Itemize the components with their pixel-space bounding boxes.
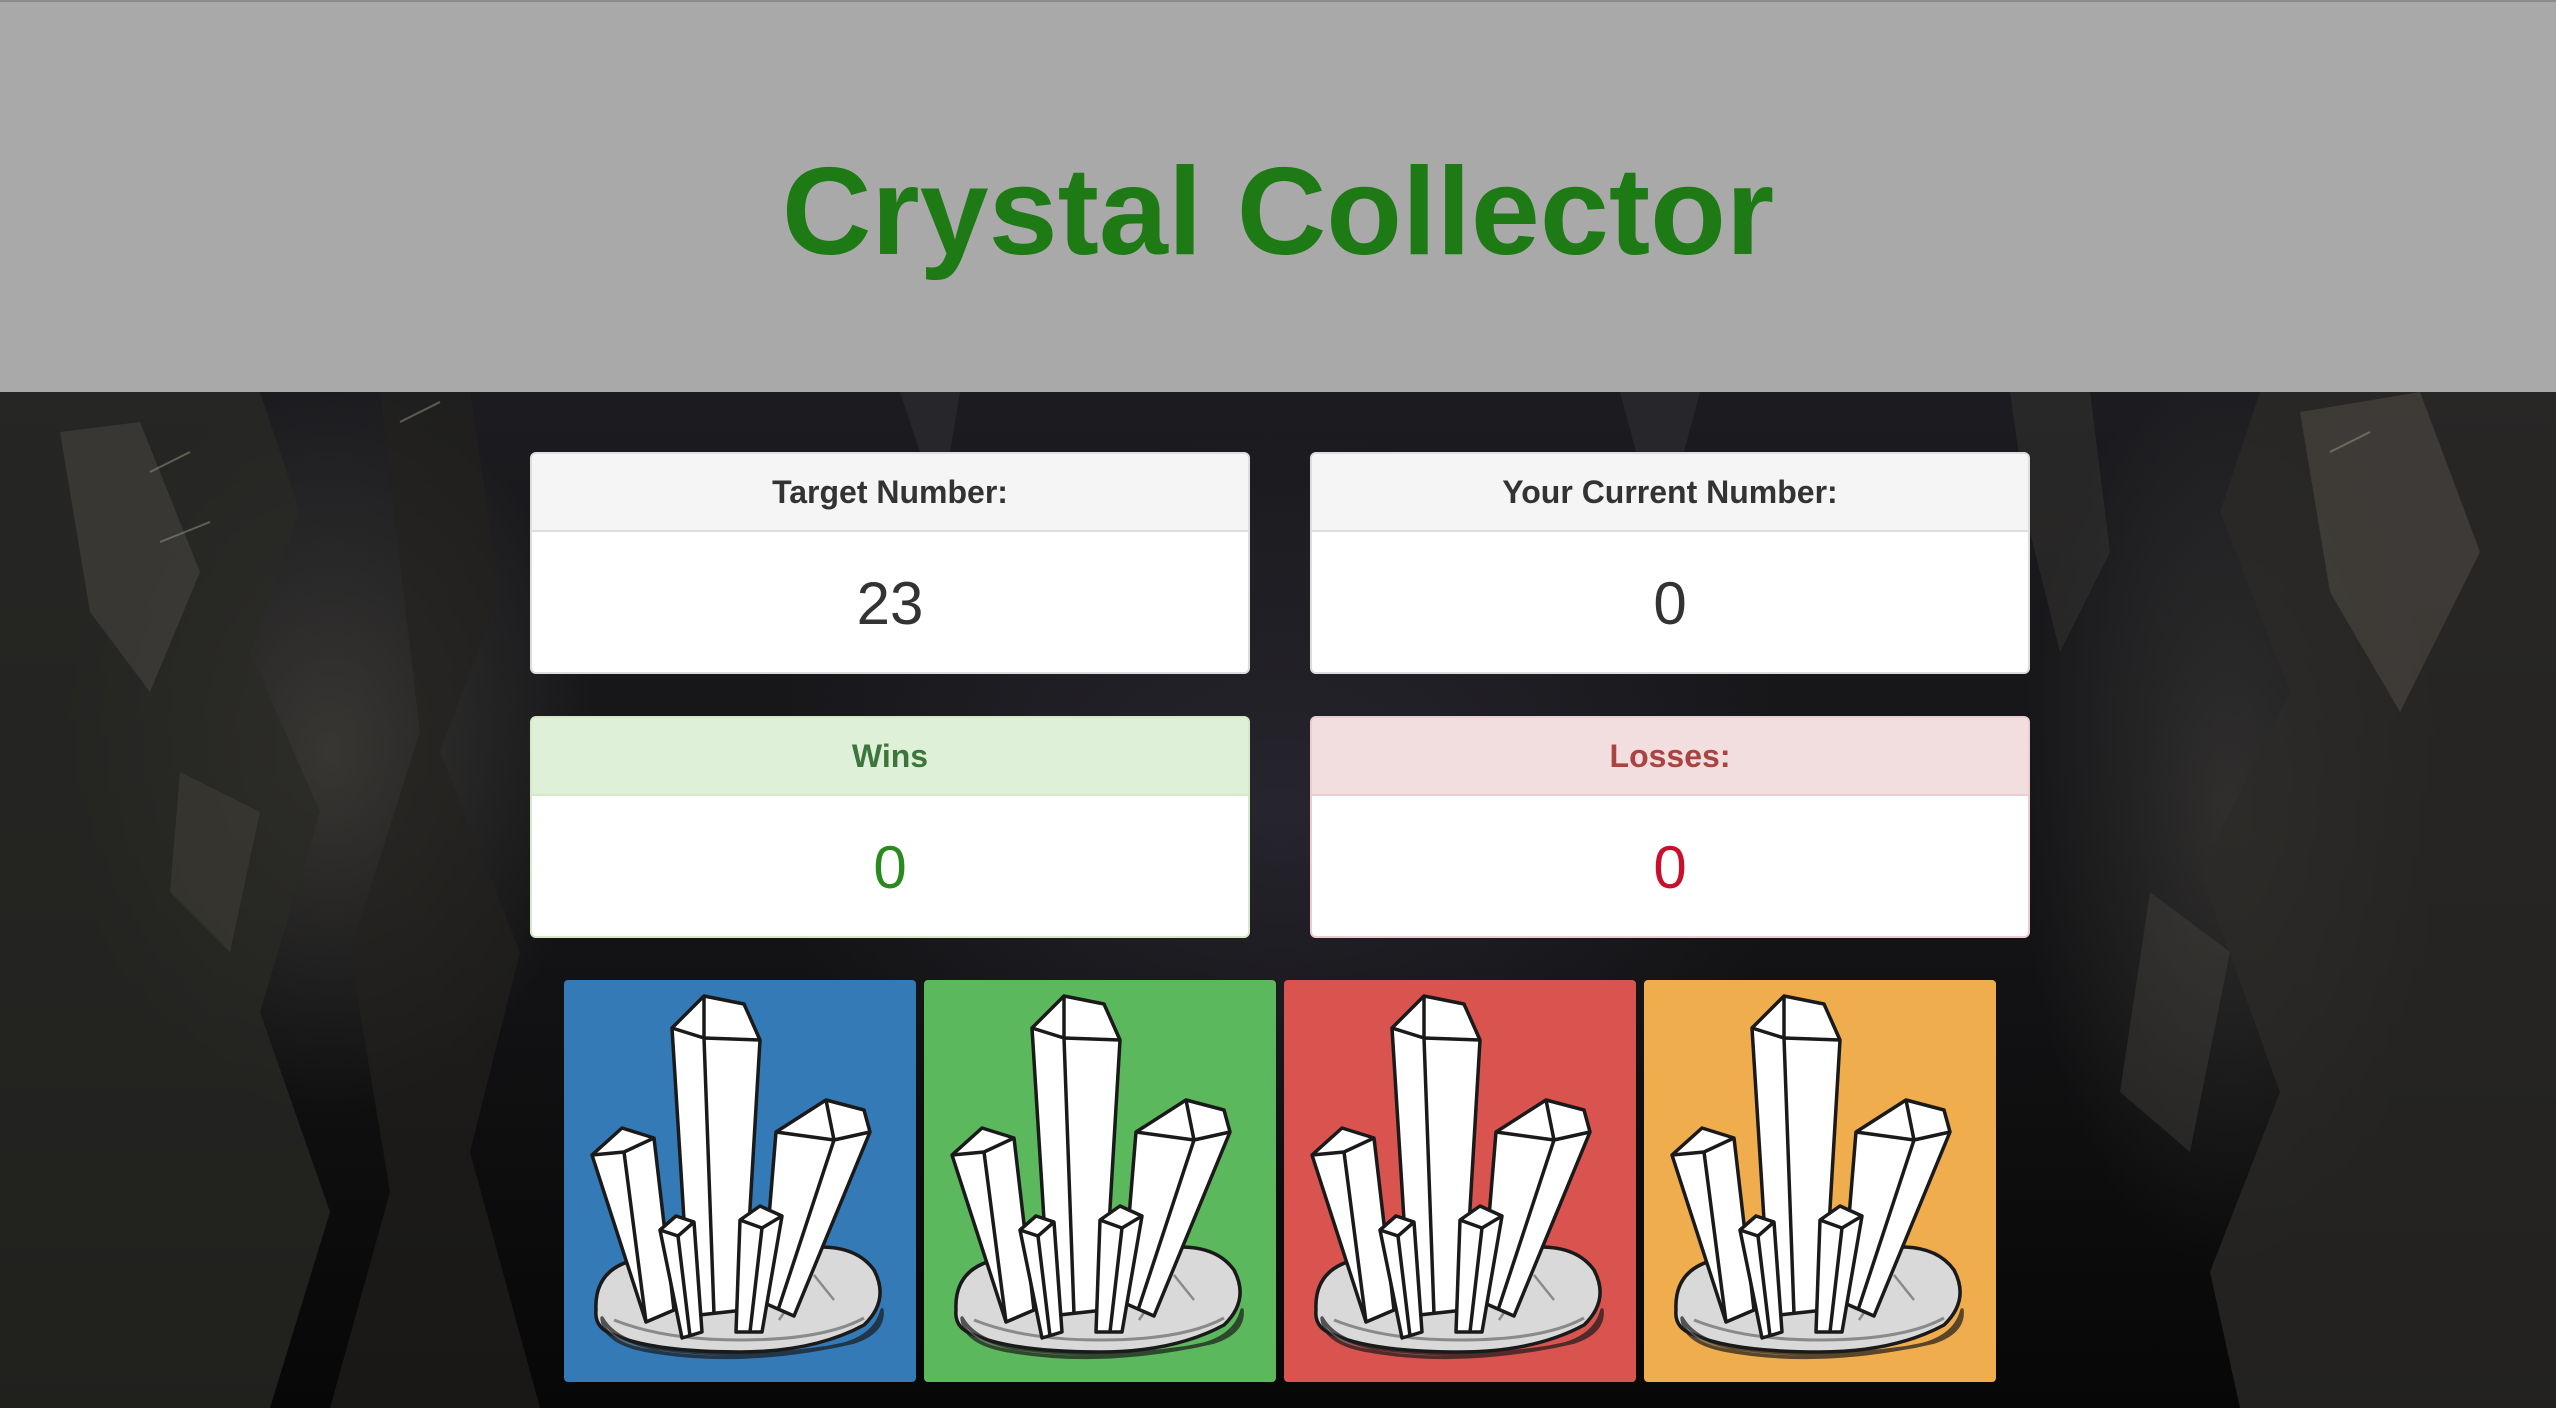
wins-label: Wins [532, 718, 1248, 796]
target-number-panel: Target Number: 23 [530, 452, 1250, 674]
crystal-cluster-icon [950, 994, 1244, 1360]
crystal-button-orange[interactable] [1644, 980, 1996, 1382]
current-number-value: 0 [1653, 570, 1687, 637]
header-banner: Crystal Collector [0, 0, 2556, 392]
cave-background [0, 392, 2556, 1408]
crystal-cluster-icon [590, 994, 884, 1360]
wins-panel: Wins 0 [530, 716, 1250, 938]
crystal-cluster-icon [1310, 994, 1604, 1360]
wins-value: 0 [873, 834, 907, 901]
losses-label: Losses: [1312, 718, 2028, 796]
crystal-button-red[interactable] [1284, 980, 1636, 1382]
current-number-label: Your Current Number: [1312, 454, 2028, 532]
crystal-cluster-icon [1670, 994, 1964, 1360]
crystal-button-green[interactable] [924, 980, 1276, 1382]
page-title: Crystal Collector [781, 143, 1775, 281]
losses-panel: Losses: 0 [1310, 716, 2030, 938]
target-number-label: Target Number: [532, 454, 1248, 532]
losses-value: 0 [1653, 834, 1687, 901]
cave-rock-art [0, 392, 2556, 1408]
target-number-value: 23 [856, 570, 924, 637]
crystal-button-blue[interactable] [564, 980, 916, 1382]
current-number-panel: Your Current Number: 0 [1310, 452, 2030, 674]
